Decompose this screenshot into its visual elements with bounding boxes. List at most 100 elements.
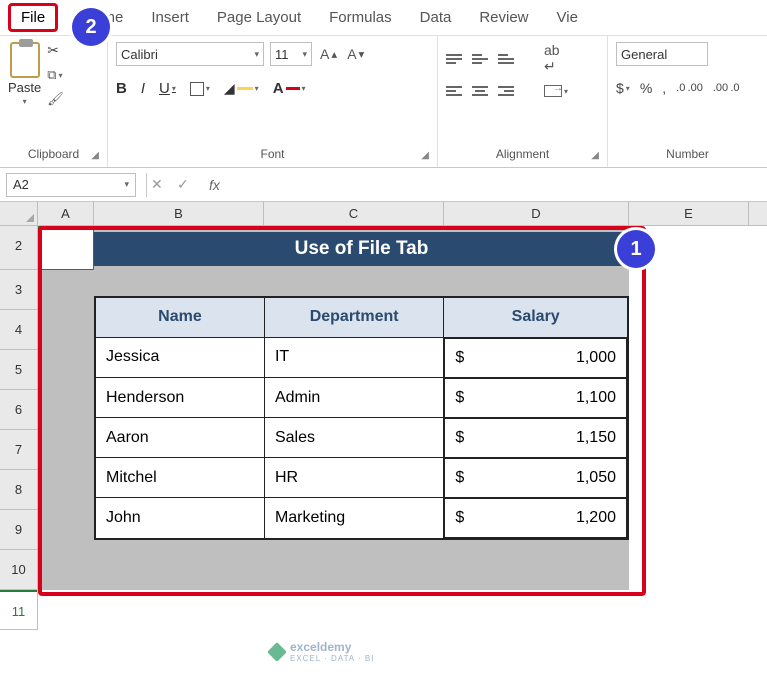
header-name: Name: [95, 297, 264, 337]
group-label-number: Number: [616, 145, 759, 165]
cell-salary[interactable]: $1,050: [444, 458, 627, 498]
align-left-button[interactable]: [446, 86, 462, 96]
cell-name[interactable]: Mitchel: [95, 458, 264, 498]
name-box[interactable]: A2▾: [6, 173, 136, 197]
sheet-title-banner: Use of File Tab: [94, 232, 629, 266]
cut-button[interactable]: ✂: [47, 42, 64, 59]
cancel-button[interactable]: ✕: [151, 176, 177, 193]
cell-salary[interactable]: $1,200: [444, 498, 627, 538]
dialog-launcher-icon[interactable]: ◢: [91, 150, 99, 161]
comma-button[interactable]: ,: [662, 80, 666, 96]
formula-bar: A2▾ ✕ ✓ fx: [0, 168, 767, 202]
cell-name[interactable]: Henderson: [95, 378, 264, 418]
align-right-button[interactable]: [498, 86, 514, 96]
format-painter-button[interactable]: 🖌: [47, 91, 64, 107]
tab-review[interactable]: Review: [465, 3, 542, 32]
tab-insert[interactable]: Insert: [137, 3, 203, 32]
fx-icon[interactable]: fx: [203, 177, 226, 193]
row-header-2[interactable]: 2: [0, 226, 37, 270]
cell-salary[interactable]: $1,000: [444, 338, 627, 378]
row-header-8[interactable]: 8: [0, 470, 37, 510]
watermark-brand: exceldemy: [290, 640, 351, 654]
paste-label: Paste: [8, 80, 41, 95]
italic-button[interactable]: I: [141, 80, 145, 97]
row-header-5[interactable]: 5: [0, 350, 37, 390]
paint-bucket-icon: ◢: [224, 80, 235, 97]
dialog-launcher-icon[interactable]: ◢: [591, 150, 599, 161]
group-label-alignment: Alignment◢: [446, 145, 599, 165]
col-header-C[interactable]: C: [264, 202, 444, 225]
tab-page-layout[interactable]: Page Layout: [203, 3, 315, 32]
data-table: Name Department Salary Jessica IT $1,000…: [94, 296, 629, 540]
col-header-A[interactable]: A: [38, 202, 94, 225]
copy-button[interactable]: ⧉ ▾: [47, 67, 64, 83]
ribbon-tabs: File ome Insert Page Layout Formulas Dat…: [0, 0, 767, 36]
group-label-font: Font◢: [116, 145, 429, 165]
align-bottom-button[interactable]: [498, 54, 514, 64]
bold-button[interactable]: B: [116, 80, 127, 97]
border-button[interactable]: ▾: [190, 82, 210, 96]
font-size-combo[interactable]: 11▾: [270, 42, 312, 66]
cell-name[interactable]: Aaron: [95, 418, 264, 458]
cell-dept[interactable]: Sales: [264, 418, 443, 458]
cell-name[interactable]: John: [95, 498, 264, 539]
tab-formulas[interactable]: Formulas: [315, 3, 406, 32]
align-center-button[interactable]: [472, 86, 488, 96]
border-icon: [190, 82, 204, 96]
currency-button[interactable]: $ ▾: [616, 80, 630, 96]
increase-decimal-button[interactable]: .0 .00: [676, 82, 703, 94]
row-header-3[interactable]: 3: [0, 270, 37, 310]
table-row: Jessica IT $1,000: [95, 337, 628, 378]
group-clipboard: Paste ▾ ✂ ⧉ ▾ 🖌 Clipboard◢: [0, 36, 108, 167]
cells-area[interactable]: Use of File Tab Name Department Salary J…: [38, 226, 767, 630]
font-name-combo[interactable]: Calibri▾: [116, 42, 264, 66]
row-header-11[interactable]: 11: [0, 590, 37, 630]
table-row: Aaron Sales $1,150: [95, 418, 628, 458]
fill-color-button[interactable]: ◢ ▾: [224, 80, 259, 97]
tab-data[interactable]: Data: [406, 3, 466, 32]
cell-salary[interactable]: $1,150: [444, 418, 627, 458]
cell-dept[interactable]: Marketing: [264, 498, 443, 539]
decrease-decimal-button[interactable]: .00 .0: [713, 82, 740, 94]
cell-salary[interactable]: $1,100: [444, 378, 627, 418]
group-alignment: ab↵ ▾ Alignment◢: [438, 36, 608, 167]
cell-dept[interactable]: HR: [264, 458, 443, 498]
row-header-10[interactable]: 10: [0, 550, 37, 590]
paste-button[interactable]: Paste ▾: [8, 42, 41, 107]
row-header-7[interactable]: 7: [0, 430, 37, 470]
cell-name[interactable]: Jessica: [95, 337, 264, 378]
table-row: Henderson Admin $1,100: [95, 378, 628, 418]
number-format-combo[interactable]: General: [616, 42, 708, 66]
col-header-B[interactable]: B: [94, 202, 264, 225]
select-all-corner[interactable]: [0, 202, 38, 225]
worksheet-grid: A B C D E 2 3 4 5 6 7 8 9 10 11 Use of F…: [0, 202, 767, 630]
row-header-6[interactable]: 6: [0, 390, 37, 430]
table-row: Mitchel HR $1,050: [95, 458, 628, 498]
merge-center-button[interactable]: ▾: [544, 85, 568, 97]
font-color-button[interactable]: A ▾: [273, 80, 306, 97]
underline-button[interactable]: U ▾: [159, 80, 176, 97]
wrap-text-button[interactable]: ab↵: [544, 42, 560, 75]
chevron-down-icon: ▾: [23, 97, 27, 106]
align-top-button[interactable]: [446, 54, 462, 64]
dialog-launcher-icon[interactable]: ◢: [421, 150, 429, 161]
col-header-E[interactable]: E: [629, 202, 749, 225]
formula-input[interactable]: [226, 173, 767, 197]
watermark: exceldemy EXCEL · DATA · BI: [270, 640, 374, 663]
percent-button[interactable]: %: [640, 80, 652, 96]
increase-font-button[interactable]: A▴: [318, 46, 339, 62]
align-middle-button[interactable]: [472, 54, 488, 64]
row-header-9[interactable]: 9: [0, 510, 37, 550]
row-headers: 2 3 4 5 6 7 8 9 10 11: [0, 226, 38, 630]
row-header-4[interactable]: 4: [0, 310, 37, 350]
tab-view[interactable]: Vie: [543, 3, 592, 32]
decrease-font-button[interactable]: A▾: [345, 46, 366, 62]
col-header-D[interactable]: D: [444, 202, 629, 225]
enter-button[interactable]: ✓: [177, 176, 203, 193]
column-headers: A B C D E: [0, 202, 767, 226]
clipboard-icon: [10, 42, 40, 78]
cell-dept[interactable]: IT: [264, 337, 443, 378]
cell-dept[interactable]: Admin: [264, 378, 443, 418]
table-header-row: Name Department Salary: [95, 297, 628, 337]
tab-file[interactable]: File: [8, 3, 58, 32]
